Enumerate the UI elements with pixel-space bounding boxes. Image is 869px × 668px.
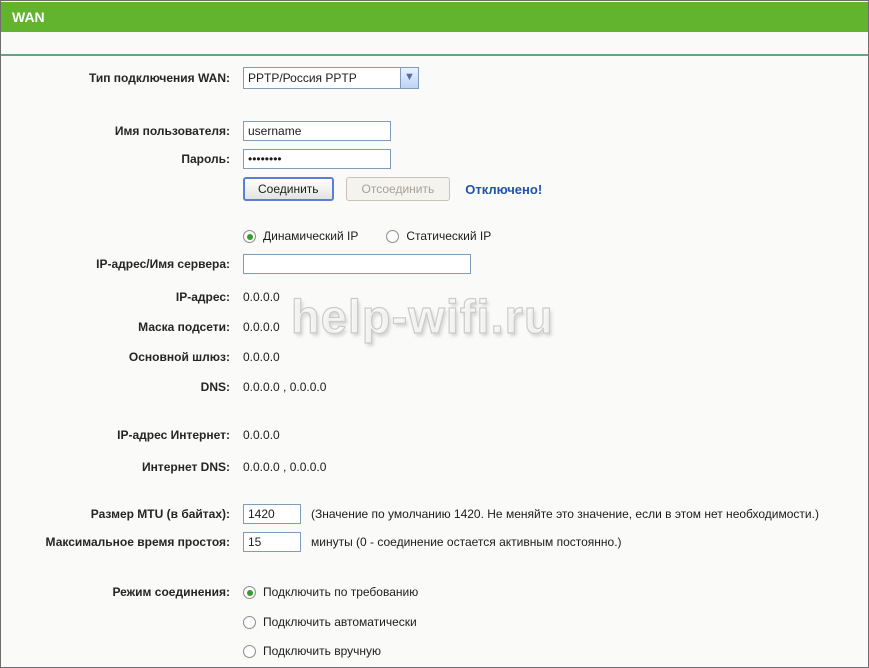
static-ip-label: Статический IP bbox=[406, 229, 491, 243]
connection-buttons-row: Соединить Отсоединить Отключено! bbox=[1, 177, 868, 201]
disconnect-button[interactable]: Отсоединить bbox=[346, 177, 451, 201]
mask-value: 0.0.0.0 bbox=[243, 320, 280, 334]
mask-label: Маска подсети: bbox=[1, 320, 243, 334]
server-input[interactable] bbox=[243, 254, 471, 274]
server-row: IP-адрес/Имя сервера: bbox=[1, 253, 868, 275]
radio-selected-icon bbox=[243, 586, 256, 599]
radio-connect-automatically[interactable]: Подключить автоматически bbox=[243, 615, 417, 629]
connection-status: Отключено! bbox=[465, 182, 542, 197]
chevron-down-icon[interactable]: ▼ bbox=[400, 68, 418, 88]
connection-mode-label: Режим соединения: bbox=[1, 585, 243, 599]
idle-time-input[interactable] bbox=[243, 532, 301, 552]
username-row: Имя пользователя: bbox=[1, 120, 868, 142]
internet-ip-label: IP-адрес Интернет: bbox=[1, 428, 243, 442]
connection-mode-row-2: Подключить автоматически bbox=[1, 613, 868, 631]
mtu-input[interactable] bbox=[243, 504, 301, 524]
password-input[interactable] bbox=[243, 149, 391, 169]
gateway-value: 0.0.0.0 bbox=[243, 350, 280, 364]
gateway-row: Основной шлюз: 0.0.0.0 bbox=[1, 347, 868, 367]
connection-mode-row: Режим соединения: Подключить по требован… bbox=[1, 583, 868, 601]
dns-value: 0.0.0.0 , 0.0.0.0 bbox=[243, 380, 326, 394]
ip-value: 0.0.0.0 bbox=[243, 290, 280, 304]
internet-ip-value: 0.0.0.0 bbox=[243, 428, 280, 442]
connect-on-demand-label: Подключить по требованию bbox=[263, 585, 418, 599]
wan-type-selected-value: PPTP/Россия PPTP bbox=[244, 71, 357, 85]
header-spacer bbox=[1, 32, 868, 54]
idle-time-note: минуты (0 - соединение остается активным… bbox=[311, 535, 622, 549]
radio-unselected-icon bbox=[243, 645, 256, 658]
page-title: WAN bbox=[1, 2, 868, 32]
username-input[interactable] bbox=[243, 121, 391, 141]
wan-form: Тип подключения WAN: PPTP/Россия PPTP ▼ … bbox=[1, 66, 868, 660]
ip-row: IP-адрес: 0.0.0.0 bbox=[1, 287, 868, 307]
gateway-label: Основной шлюз: bbox=[1, 350, 243, 364]
password-row: Пароль: bbox=[1, 148, 868, 170]
radio-selected-icon bbox=[243, 230, 256, 243]
internet-ip-row: IP-адрес Интернет: 0.0.0.0 bbox=[1, 425, 868, 445]
radio-unselected-icon bbox=[386, 230, 399, 243]
server-label: IP-адрес/Имя сервера: bbox=[1, 257, 243, 271]
dns-label: DNS: bbox=[1, 380, 243, 394]
internet-dns-value: 0.0.0.0 , 0.0.0.0 bbox=[243, 460, 326, 474]
mtu-label: Размер MTU (в байтах): bbox=[1, 507, 243, 521]
connect-manually-label: Подключить вручную bbox=[263, 644, 381, 658]
radio-dynamic-ip[interactable]: Динамический IP bbox=[243, 229, 358, 243]
address-mode-row: Динамический IP Статический IP bbox=[1, 227, 868, 245]
dns-row: DNS: 0.0.0.0 , 0.0.0.0 bbox=[1, 377, 868, 397]
internet-dns-label: Интернет DNS: bbox=[1, 460, 243, 474]
username-label: Имя пользователя: bbox=[1, 124, 243, 138]
wan-type-label: Тип подключения WAN: bbox=[1, 71, 243, 85]
password-label: Пароль: bbox=[1, 152, 243, 166]
mtu-note: (Значение по умолчанию 1420. Не меняйте … bbox=[311, 507, 819, 521]
mask-row: Маска подсети: 0.0.0.0 bbox=[1, 317, 868, 337]
radio-connect-on-demand[interactable]: Подключить по требованию bbox=[243, 585, 418, 599]
wan-type-select[interactable]: PPTP/Россия PPTP ▼ bbox=[243, 67, 419, 89]
connect-automatically-label: Подключить автоматически bbox=[263, 615, 417, 629]
connect-button[interactable]: Соединить bbox=[243, 177, 334, 201]
internet-dns-row: Интернет DNS: 0.0.0.0 , 0.0.0.0 bbox=[1, 457, 868, 477]
ip-label: IP-адрес: bbox=[1, 290, 243, 304]
idle-time-label: Максимальное время простоя: bbox=[1, 535, 243, 549]
radio-unselected-icon bbox=[243, 616, 256, 629]
idle-time-row: Максимальное время простоя: минуты (0 - … bbox=[1, 531, 868, 553]
dynamic-ip-label: Динамический IP bbox=[263, 229, 358, 243]
header-rule bbox=[1, 54, 868, 56]
wan-type-row: Тип подключения WAN: PPTP/Россия PPTP ▼ bbox=[1, 66, 868, 90]
radio-static-ip[interactable]: Статический IP bbox=[386, 229, 491, 243]
mtu-row: Размер MTU (в байтах): (Значение по умол… bbox=[1, 503, 868, 525]
wan-settings-page: WAN Тип подключения WAN: PPTP/Россия PPT… bbox=[0, 0, 869, 668]
radio-connect-manually[interactable]: Подключить вручную bbox=[243, 644, 381, 658]
connection-mode-row-3: Подключить вручную bbox=[1, 642, 868, 660]
